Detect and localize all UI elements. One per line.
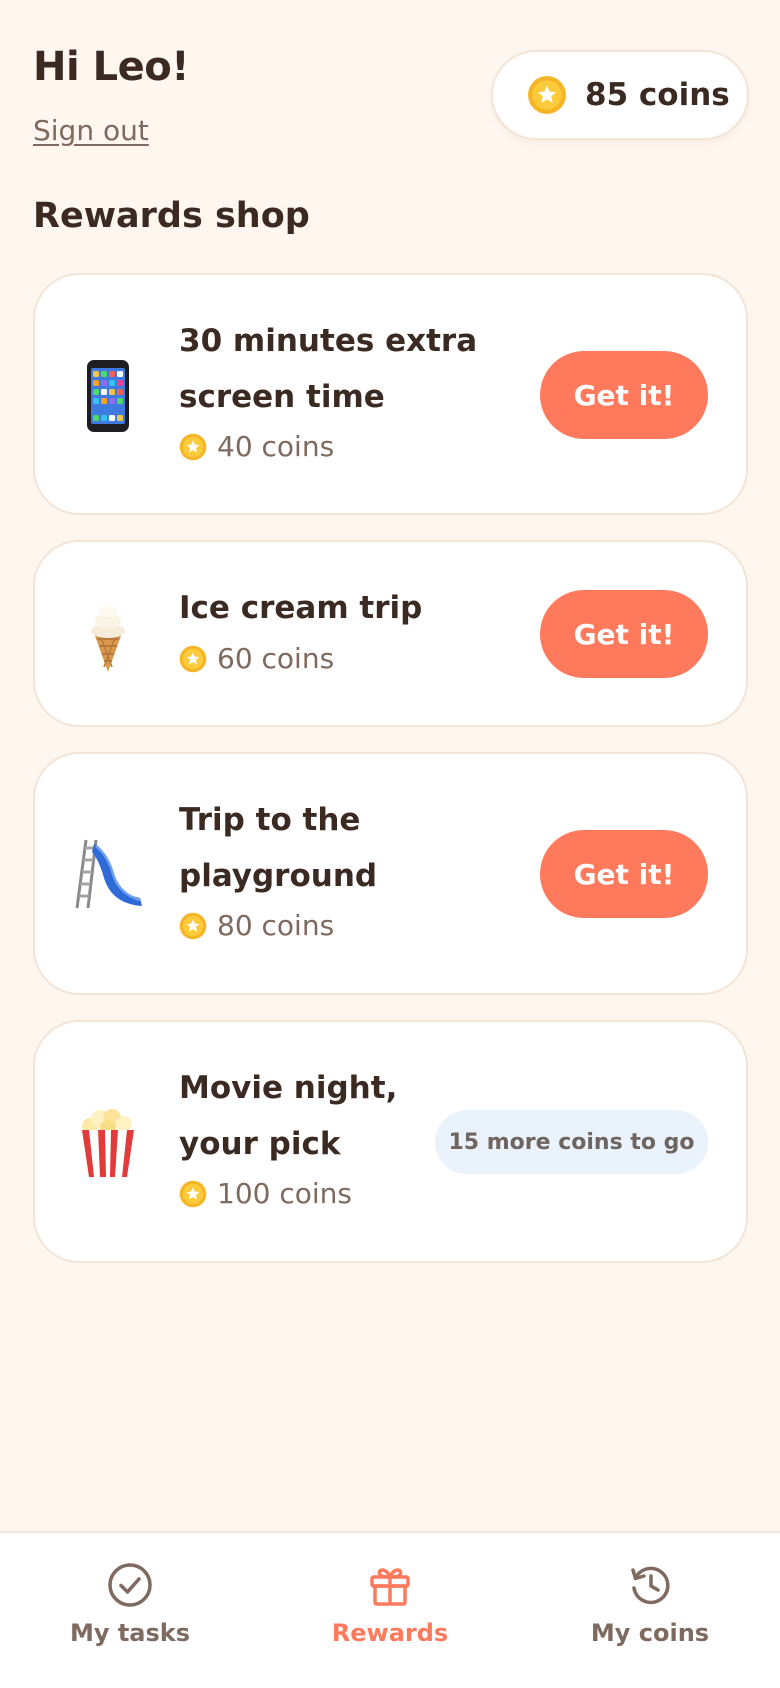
reward-card: 30 minutes extra screen time 40 coins Ge…: [33, 273, 748, 515]
mobile-phone-icon: [72, 358, 144, 434]
reward-cost-value: 40 coins: [217, 430, 335, 463]
bottom-nav: My tasks Rewards My coins: [0, 1531, 780, 1688]
reward-title: 30 minutes extra screen time: [179, 323, 478, 415]
coin-icon: [179, 433, 207, 461]
coins-needed-badge: 15 more coins to go: [435, 1110, 708, 1174]
gift-icon: [370, 1568, 410, 1606]
sign-out-link[interactable]: Sign out: [33, 114, 149, 147]
get-reward-button[interactable]: Get it!: [540, 590, 708, 678]
nav-my-tasks[interactable]: My tasks: [30, 1561, 230, 1647]
history-icon: [631, 1566, 670, 1605]
coin-balance: 85 coins: [491, 50, 749, 140]
nav-rewards[interactable]: Rewards: [290, 1561, 490, 1647]
reward-cost: 80 coins: [179, 909, 334, 942]
reward-cost-value: 60 coins: [217, 642, 335, 675]
rewards-screen: Hi Leo! Sign out 85 coins Rewards shop 3…: [0, 0, 780, 1688]
ice-cream-icon: [72, 597, 144, 673]
greeting: Hi Leo!: [33, 44, 189, 90]
reward-title: Movie night, your pick: [179, 1070, 398, 1162]
coin-icon: [179, 912, 207, 940]
nav-label: My coins: [590, 1619, 710, 1647]
reward-cost: 60 coins: [179, 642, 334, 675]
reward-card: Trip to the playground 80 coins Get it!: [33, 752, 748, 995]
reward-card: Movie night, your pick 100 coins 15 more…: [33, 1020, 748, 1263]
check-circle-icon: [108, 1563, 152, 1607]
get-reward-button[interactable]: Get it!: [540, 351, 708, 439]
coin-icon: [179, 645, 207, 673]
reward-title: Trip to the playground: [179, 802, 378, 894]
get-reward-button[interactable]: Get it!: [540, 830, 708, 918]
reward-title: Ice cream trip: [179, 590, 423, 626]
nav-label: Rewards: [331, 1619, 449, 1647]
reward-cost: 100 coins: [179, 1177, 352, 1210]
coin-icon: [179, 1180, 207, 1208]
popcorn-icon: [72, 1104, 144, 1180]
reward-card: Ice cream trip 60 coins Get it!: [33, 540, 748, 727]
nav-label: My tasks: [69, 1619, 191, 1647]
nav-my-coins[interactable]: My coins: [550, 1561, 750, 1647]
slide-icon: [72, 836, 144, 912]
reward-cost-value: 80 coins: [217, 909, 335, 942]
coin-balance-value: 85 coins: [585, 77, 730, 113]
section-title: Rewards shop: [33, 196, 310, 236]
reward-cost: 40 coins: [179, 430, 334, 463]
reward-cost-value: 100 coins: [217, 1177, 352, 1210]
coin-icon: [527, 75, 567, 115]
